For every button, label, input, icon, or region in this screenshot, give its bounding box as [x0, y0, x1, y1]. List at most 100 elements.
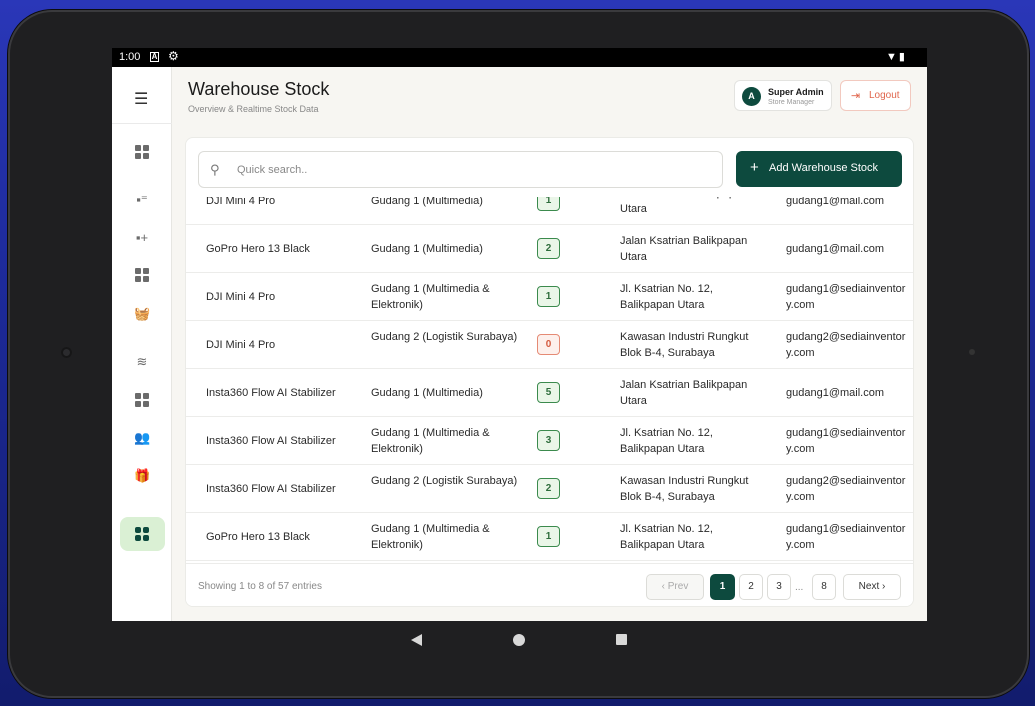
table-row[interactable]: Insta360 Flow AI Stabilizer Gudang 1 (Mu…	[186, 369, 913, 417]
notification-icon: A	[150, 52, 159, 62]
dashboard-icon[interactable]	[135, 145, 149, 159]
sensor-icon	[969, 349, 975, 355]
grid-icon[interactable]	[135, 268, 149, 282]
warehouse-name: Gudang 1 (Multimedia)	[371, 387, 483, 399]
plus-icon: +	[750, 159, 759, 176]
warehouse-address: Jalan Ksatrian Balikpapan Utara	[620, 235, 748, 263]
product-name: Insta360 Flow AI Stabilizer	[206, 483, 336, 495]
warehouse-email: gudang1@sediainventory.com	[786, 523, 906, 551]
product-name: GoPro Hero 13 Black	[206, 531, 310, 543]
app-screen: 1:00 A ⚙ ▼▮ ☰ ▪⁼ ▪+ 🧺 ≋ 👥 🎁 Warehouse St…	[112, 48, 927, 621]
table-row[interactable]: GoPro Hero 13 Black Gudang 1 (Multimedia…	[186, 513, 913, 561]
add-warehouse-stock-button[interactable]: + Add Warehouse Stock	[736, 151, 902, 187]
table-row[interactable]: GoPro Hero 13 Black Gudang 1 (Multimedia…	[186, 225, 913, 273]
warehouse-name: Gudang 1 (Multimedia & Elektronik)	[371, 283, 490, 311]
warehouse-name: Gudang 1 (Multimedia)	[371, 243, 483, 255]
next-label: Next	[858, 581, 880, 592]
warehouse-address: Jl. Ksatrian No. 12, Balikpapan Utara	[620, 283, 713, 311]
camera-icon	[61, 347, 72, 358]
logout-button[interactable]: ⇥ Logout	[840, 80, 911, 111]
apps-icon[interactable]	[135, 393, 149, 407]
status-bar: 1:00 A ⚙ ▼▮	[112, 48, 927, 67]
warehouse-email: gudang2@sediainventory.com	[786, 475, 906, 503]
warehouse-name: Gudang 2 (Logistik Surabaya)	[371, 331, 518, 343]
page-title: Warehouse Stock	[188, 79, 330, 99]
next-page-button[interactable]: Next ›	[843, 574, 901, 600]
android-nav-bar	[0, 621, 1035, 661]
sidebar-item-warehouse-stock[interactable]	[120, 517, 165, 551]
table-row[interactable]: DJI Mini 4 Pro Gudang 2 (Logistik Suraba…	[186, 321, 913, 369]
sidebar-divider	[112, 123, 172, 124]
search-input[interactable]: ⚲ Quick search..	[198, 151, 723, 188]
recents-icon[interactable]	[616, 634, 627, 645]
user-role: Store Manager	[768, 99, 815, 106]
page-button-3[interactable]: 3	[767, 574, 791, 600]
warehouse-name: Gudang 2 (Logistik Surabaya)	[371, 475, 518, 487]
warehouse-email: gudang1@mail.com	[786, 197, 884, 207]
warehouse-address: Jalan Ksatrian Balikpapan Utara	[620, 379, 748, 407]
menu-icon[interactable]: ☰	[134, 89, 148, 109]
table-footer: Showing 1 to 8 of 57 entries ‹ Prev 1 2 …	[186, 563, 913, 606]
sidebar: ☰ ▪⁼ ▪+ 🧺 ≋ 👥 🎁	[112, 67, 172, 621]
logout-label: Logout	[869, 90, 900, 101]
category-icon[interactable]: ▪⁼	[134, 192, 150, 208]
quantity-badge: 1	[537, 286, 560, 307]
add-category-icon[interactable]: ▪+	[134, 230, 150, 246]
product-name: GoPro Hero 13 Black	[206, 243, 310, 255]
pagination-ellipsis: ...	[795, 582, 804, 593]
page-button-2[interactable]: 2	[739, 574, 763, 600]
warehouse-address: Jalan Ksatrian Balikpapan Utara	[620, 197, 747, 215]
prev-label: Prev	[667, 581, 689, 592]
basket-icon[interactable]: 🧺	[134, 306, 150, 322]
warehouse-email: gudang1@mail.com	[786, 387, 884, 399]
quantity-badge: 5	[537, 382, 560, 403]
table-row[interactable]: Insta360 Flow AI Stabilizer Gudang 1 (Mu…	[186, 417, 913, 465]
warehouse-icon	[135, 527, 149, 541]
clock: 1:00	[119, 51, 141, 63]
user-profile[interactable]: A Super Admin Store Manager	[734, 80, 832, 111]
warehouse-address: Kawasan Industri Rungkut Blok B-4, Surab…	[620, 475, 749, 503]
product-name: DJI Mini 4 Pro	[206, 197, 276, 207]
warehouse-email: gudang1@sediainventory.com	[786, 427, 906, 455]
gift-icon[interactable]: 🎁	[134, 468, 150, 484]
logout-icon: ⇥	[851, 90, 861, 102]
page-button-1[interactable]: 1	[710, 574, 735, 600]
warehouse-address: Jl. Ksatrian No. 12, Balikpapan Utara	[620, 523, 713, 551]
table-row[interactable]: DJI Mini 4 Pro Gudang 1 (Multimedia) 1 J…	[186, 197, 913, 225]
quantity-badge: 3	[537, 430, 560, 451]
back-icon[interactable]	[411, 634, 422, 646]
settings-icon: ⚙	[168, 49, 179, 63]
home-icon[interactable]	[513, 634, 525, 646]
wifi-battery-icon: ▼▮	[886, 51, 907, 63]
prev-page-button[interactable]: ‹ Prev	[646, 574, 704, 600]
page-subtitle: Overview & Realtime Stock Data	[188, 104, 319, 114]
product-name: DJI Mini 4 Pro	[206, 339, 276, 351]
warehouse-email: gudang1@sediainventory.com	[786, 283, 906, 311]
users-icon[interactable]: 👥	[134, 430, 150, 446]
quantity-badge: 2	[537, 238, 560, 259]
warehouse-address: Jl. Ksatrian No. 12, Balikpapan Utara	[620, 427, 713, 455]
search-placeholder: Quick search..	[237, 164, 308, 176]
add-button-label: Add Warehouse Stock	[769, 162, 879, 174]
quantity-badge: 1	[537, 197, 560, 211]
avatar: A	[742, 87, 761, 106]
quantity-badge: 0	[537, 334, 560, 355]
page-button-8[interactable]: 8	[812, 574, 836, 600]
warehouse-address: Kawasan Industri Rungkut Blok B-4, Surab…	[620, 331, 749, 359]
product-name: Insta360 Flow AI Stabilizer	[206, 387, 336, 399]
table-row[interactable]: Insta360 Flow AI Stabilizer Gudang 2 (Lo…	[186, 465, 913, 513]
warehouse-name: Gudang 1 (Multimedia & Elektronik)	[371, 427, 490, 455]
warehouse-email: gudang1@mail.com	[786, 243, 884, 255]
quantity-badge: 1	[537, 526, 560, 547]
layers-icon[interactable]: ≋	[134, 354, 150, 370]
warehouse-email: gudang2@sediainventory.com	[786, 331, 906, 359]
user-name: Super Admin	[768, 87, 824, 97]
stock-card: ⚲ Quick search.. + Add Warehouse Stock D…	[185, 137, 914, 607]
search-icon: ⚲	[210, 162, 220, 177]
stock-table: DJI Mini 4 Pro Gudang 1 (Multimedia) 1 J…	[186, 197, 913, 563]
product-name: DJI Mini 4 Pro	[206, 291, 276, 303]
quantity-badge: 2	[537, 478, 560, 499]
table-row[interactable]: DJI Mini 4 Pro Gudang 1 (Multimedia & El…	[186, 273, 913, 321]
product-name: Insta360 Flow AI Stabilizer	[206, 435, 336, 447]
warehouse-name: Gudang 1 (Multimedia & Elektronik)	[371, 523, 490, 551]
